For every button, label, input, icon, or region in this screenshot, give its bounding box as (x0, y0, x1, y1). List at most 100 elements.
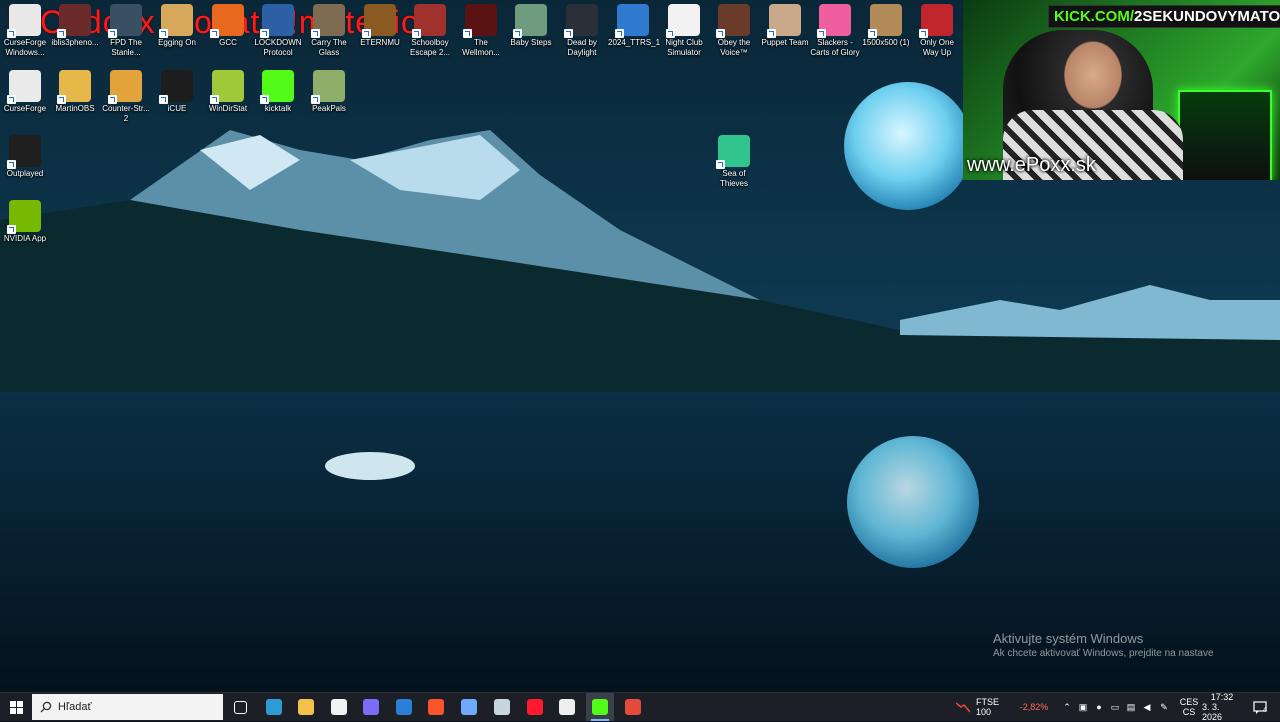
desktop-icon[interactable]: GCC (203, 4, 253, 48)
stock-chart-icon[interactable] (955, 693, 971, 721)
desktop-icon-label: Outplayed (6, 169, 44, 178)
app-taskbar-button[interactable] (455, 693, 483, 721)
desktop-icon[interactable]: Schoolboy Escape 2... (405, 4, 455, 57)
desktop-icon[interactable]: FPD The Stanle... (101, 4, 151, 57)
display-icon[interactable]: ▭ (1108, 693, 1122, 721)
shortcut-arrow-icon (513, 29, 522, 38)
show-hidden-icons-icon[interactable]: ⌃ (1060, 693, 1074, 721)
copilot-taskbar-button[interactable] (357, 693, 385, 721)
desktop-icon[interactable]: Puppet Team (760, 4, 810, 48)
desktop-icon[interactable]: Sea of Thieves (709, 135, 759, 188)
desktop-icon-label: Carry The Glass (311, 38, 347, 57)
microphone-icon[interactable]: ● (1092, 693, 1106, 721)
desktop-icon[interactable]: Egging On (152, 4, 202, 48)
desktop-icon[interactable]: PeakPals (304, 70, 354, 114)
store-icon (331, 699, 347, 715)
desktop-icon[interactable]: LOCKDOWN Protocol (253, 4, 303, 57)
edge-taskbar-button[interactable] (260, 693, 288, 721)
desktop-icon[interactable]: WinDirStat (203, 70, 253, 114)
desktop-icon[interactable]: iCUE (152, 70, 202, 114)
desktop-icon[interactable]: 1500x500 (1) (861, 4, 911, 48)
desktop-icon-label: The Wellmon... (462, 38, 500, 57)
opera-taskbar-button[interactable] (521, 693, 549, 721)
desktop-icon-label: 2024_TTRS_1 (608, 38, 661, 47)
pen-icon[interactable]: ✎ (1157, 693, 1171, 721)
brave-icon (428, 699, 444, 715)
recorder-icon (625, 699, 641, 715)
desktop-icon[interactable]: kicktalk (253, 70, 303, 114)
notification-center-button[interactable]: 4 (1250, 693, 1270, 721)
desktop-icon-label: GCC (219, 38, 237, 47)
recorder-taskbar-button[interactable] (619, 693, 647, 721)
pc-case (1178, 90, 1272, 180)
desktop-icon[interactable]: CurseForge Windows... (0, 4, 50, 57)
game-icon (108, 70, 142, 104)
shortcut-arrow-icon (57, 29, 66, 38)
shortcut-arrow-icon (868, 29, 877, 38)
shortcut-arrow-icon (919, 29, 928, 38)
desktop-icon[interactable]: ETERNMU (355, 4, 405, 48)
brave-taskbar-button[interactable] (422, 693, 450, 721)
shortcut-arrow-icon (108, 29, 117, 38)
kick-taskbar-button[interactable] (586, 693, 614, 721)
game-icon (767, 4, 801, 38)
shortcut-arrow-icon (260, 29, 269, 38)
shortcut-arrow-icon (716, 29, 725, 38)
store-taskbar-button[interactable] (325, 693, 353, 721)
shortcut-arrow-icon (564, 29, 573, 38)
desktop-icon[interactable]: Baby Steps (506, 4, 556, 48)
taskbar: Hľadať FTSE 100 -2,82% ⌃ ▣ ● ▭ ▤ ◀ ✎ CES… (0, 692, 1280, 722)
desktop: !DC !doxx !donate !matebio CurseForge Wi… (0, 0, 1280, 692)
shortcut-arrow-icon (210, 29, 219, 38)
volume-icon[interactable]: ◀ (1140, 693, 1154, 721)
desktop-icon[interactable]: Outplayed (0, 135, 50, 179)
desktop-icon[interactable]: Slackers - Carts of Glory (810, 4, 860, 57)
stock-name[interactable]: FTSE 100 (976, 693, 1014, 721)
desktop-icon[interactable]: Counter-Str... 2 (101, 70, 151, 123)
shortcut-arrow-icon (666, 29, 675, 38)
shortcut-arrow-icon (767, 29, 776, 38)
input-language[interactable]: CES CS (1178, 693, 1200, 721)
desktop-icon[interactable]: CurseForge (0, 70, 50, 114)
tray-app-icon[interactable]: ▣ (1076, 693, 1090, 721)
desktop-icon[interactable]: Dead by Daylight (557, 4, 607, 57)
desktop-icon[interactable]: The Wellmon... (456, 4, 506, 57)
network-icon[interactable]: ▤ (1124, 693, 1138, 721)
desktop-icon[interactable]: Carry The Glass (304, 4, 354, 57)
game-icon (716, 4, 750, 38)
clock-date: 3. 3. 2026 (1202, 702, 1223, 722)
kick-icon (592, 699, 608, 715)
game-icon (159, 4, 193, 38)
start-button[interactable] (0, 693, 32, 721)
shortcut-arrow-icon (159, 95, 168, 104)
desktop-icon[interactable]: Obey the Voice™ (709, 4, 759, 57)
file-explorer-taskbar-button[interactable] (292, 693, 320, 721)
mail-taskbar-button[interactable] (390, 693, 418, 721)
steam-taskbar-button[interactable] (488, 693, 516, 721)
task-view-taskbar-button[interactable] (226, 693, 254, 721)
desktop-icon[interactable]: Only One Way Up (912, 4, 962, 57)
desktop-icon[interactable]: NVIDIA App (0, 200, 50, 244)
stock-change[interactable]: -2,82% (1018, 693, 1050, 721)
shortcut-arrow-icon (210, 95, 219, 104)
mail-icon (396, 699, 412, 715)
desktop-icon[interactable]: 2024_TTRS_1 (608, 4, 661, 48)
search-box[interactable]: Hľadať (32, 694, 223, 720)
desktop-icon-label: 1500x500 (1) (862, 38, 910, 47)
file-icon (615, 4, 649, 38)
kick-channel: 2SEKUNDOVYMATO (1134, 8, 1280, 25)
active-window-indicator (591, 719, 609, 721)
clock[interactable]: 17:32 3. 3. 2026 (1202, 692, 1242, 722)
game-icon (513, 4, 547, 38)
notification-count: 4 (1263, 706, 1267, 714)
desktop-icon[interactable]: iblis3pheno... (50, 4, 100, 48)
shortcut-arrow-icon (362, 29, 371, 38)
desktop-icon[interactable]: Night Club Simulator (659, 4, 709, 57)
game-icon (311, 70, 345, 104)
keyboard-layout: CS (1182, 707, 1196, 717)
search-placeholder: Hľadať (58, 701, 92, 713)
desktop-icon[interactable]: MartinOBS (50, 70, 100, 114)
obs-taskbar-button[interactable] (553, 693, 581, 721)
clock-time: 17:32 (1210, 692, 1234, 702)
game-icon (362, 4, 396, 38)
